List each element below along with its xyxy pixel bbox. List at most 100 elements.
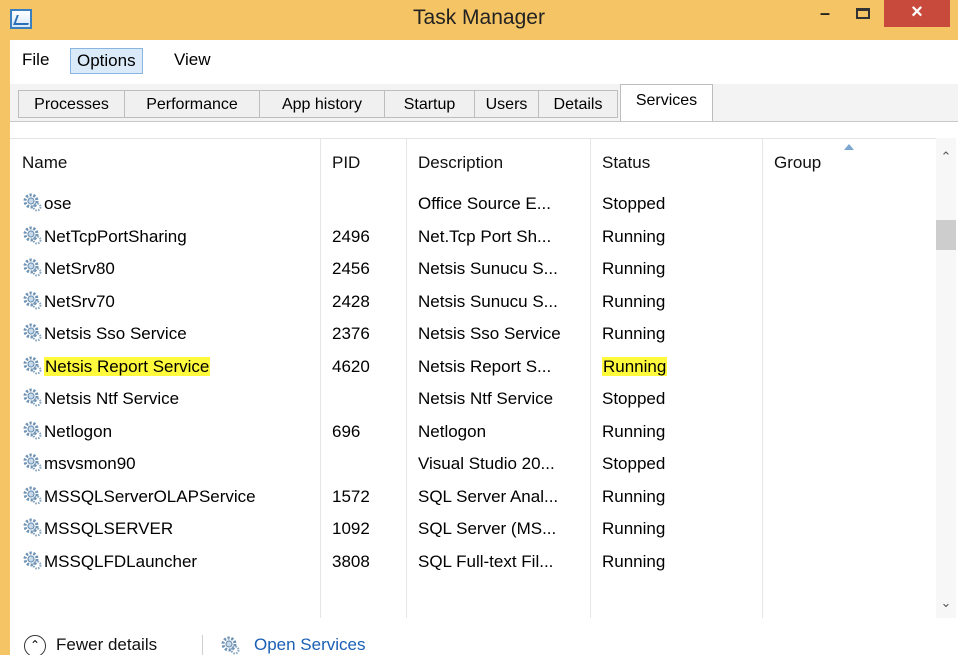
tab-app-history[interactable]: App history — [259, 90, 384, 118]
service-pid: 2376 — [332, 324, 370, 343]
service-status: Running — [602, 324, 666, 343]
service-description: Netsis Ntf Service — [418, 389, 554, 408]
service-name: NetSrv80 — [44, 259, 115, 278]
scroll-up-icon[interactable]: ⌃ — [936, 146, 956, 168]
tab-services[interactable]: Services — [620, 84, 713, 122]
service-description: Net.Tcp Port Sh... — [418, 226, 552, 246]
column-header-description[interactable]: Description — [418, 153, 503, 173]
tab-users[interactable]: Users — [474, 90, 538, 118]
task-manager-window: Task Manager – × File Options View Proce… — [0, 0, 958, 655]
service-gear-icon — [22, 452, 42, 472]
service-gear-icon — [22, 550, 42, 570]
service-gear-icon — [22, 225, 42, 245]
service-name: MSSQLSERVER — [44, 519, 174, 538]
chevron-up-icon[interactable]: ⌃ — [24, 635, 46, 655]
service-pid: 1572 — [332, 486, 370, 506]
table-row[interactable]: MSSQLSERVER 1092 SQL Server (MS... Runni… — [10, 512, 934, 544]
service-status: Stopped — [602, 454, 666, 473]
service-pid: 2496 — [332, 226, 370, 246]
tab-startup[interactable]: Startup — [384, 90, 474, 118]
services-gear-icon — [220, 635, 240, 655]
vertical-scrollbar[interactable]: ⌃ ⌄ — [936, 138, 956, 618]
tab-performance[interactable]: Performance — [124, 90, 259, 118]
tab-divider — [10, 121, 958, 122]
tab-processes[interactable]: Processes — [18, 90, 124, 118]
maximize-icon — [856, 8, 870, 19]
title-bar[interactable]: Task Manager – × — [0, 0, 958, 40]
service-pid: 696 — [332, 421, 361, 441]
table-row[interactable]: NetSrv80 2456 Netsis Sunucu S... Running — [10, 252, 934, 284]
tab-strip: Processes Performance App history Startu… — [10, 84, 958, 122]
column-header-pid[interactable]: PID — [332, 153, 360, 173]
table-row[interactable]: ose Office Source E... Stopped — [10, 187, 934, 219]
service-status: Running — [602, 519, 666, 538]
fewer-details-button[interactable]: Fewer details — [56, 635, 157, 655]
service-name: ose — [44, 194, 72, 213]
column-header-group[interactable]: Group — [774, 153, 821, 173]
table-row[interactable]: MSSQLServerOLAPService 1572 SQL Server A… — [10, 480, 934, 512]
service-name-cell: Netsis Report Service — [22, 355, 211, 379]
service-status: Running — [602, 486, 666, 506]
tab-details[interactable]: Details — [538, 90, 618, 118]
table-header: Name PID Description Status Group — [10, 139, 934, 189]
service-name-cell: ose — [22, 192, 71, 216]
column-header-status[interactable]: Status — [602, 153, 650, 173]
service-description: SQL Full-text Fil... — [418, 551, 554, 571]
table-row-highlighted[interactable]: Netsis Report Service 4620 Netsis Report… — [10, 350, 934, 382]
table-row[interactable]: MSSQLFDLauncher 3808 SQL Full-text Fil..… — [10, 545, 934, 577]
service-gear-icon — [22, 517, 42, 537]
table-row[interactable]: Netlogon 696 Netlogon Running — [10, 415, 934, 447]
service-status: Running — [602, 226, 666, 246]
service-pid: 4620 — [332, 356, 370, 376]
table-row[interactable]: Netsis Sso Service 2376 Netsis Sso Servi… — [10, 317, 934, 349]
service-name-cell: NetTcpPortSharing — [22, 225, 187, 249]
menu-file[interactable]: File — [16, 48, 55, 74]
minimize-button[interactable]: – — [812, 0, 838, 27]
service-status-cell: Running — [602, 355, 668, 379]
services-table: Name PID Description Status Group ose Of… — [10, 138, 956, 618]
menu-view[interactable]: View — [168, 48, 217, 74]
service-name-cell: NetSrv80 — [22, 257, 115, 281]
service-description: Netsis Report S... — [418, 356, 552, 376]
scroll-thumb[interactable] — [936, 220, 956, 250]
service-name: Netsis Sso Service — [44, 324, 187, 343]
service-name: MSSQLFDLauncher — [44, 551, 198, 571]
service-name: NetTcpPortSharing — [44, 226, 187, 246]
service-name-cell: Netsis Sso Service — [22, 322, 187, 346]
service-status: Running — [602, 551, 666, 571]
table-row[interactable]: Netsis Ntf Service Netsis Ntf Service St… — [10, 382, 934, 414]
column-header-name[interactable]: Name — [22, 153, 67, 173]
service-name-cell: Netsis Ntf Service — [22, 387, 179, 411]
footer-bar: ⌃ Fewer details Open Services — [10, 618, 958, 655]
service-gear-icon — [22, 355, 42, 375]
service-name-cell: Netlogon — [22, 420, 112, 444]
service-pid: 3808 — [332, 551, 370, 571]
service-name: NetSrv70 — [44, 291, 115, 311]
service-description: SQL Server (MS... — [418, 519, 557, 538]
service-name: Netsis Report Service — [44, 356, 211, 376]
scroll-down-icon[interactable]: ⌄ — [936, 592, 956, 614]
service-name-cell: MSSQLServerOLAPService — [22, 485, 256, 509]
service-description: Office Source E... — [418, 194, 551, 213]
menu-options[interactable]: Options — [70, 48, 143, 74]
footer-divider — [202, 635, 203, 655]
service-status: Running — [602, 291, 666, 311]
table-row[interactable]: msvsmon90 Visual Studio 20... Stopped — [10, 447, 934, 479]
service-gear-icon — [22, 290, 42, 310]
service-description: Netlogon — [418, 421, 487, 441]
service-pid: 1092 — [332, 519, 370, 538]
service-name-cell: msvsmon90 — [22, 452, 136, 476]
service-description: Netsis Sso Service — [418, 324, 561, 343]
service-status: Running — [602, 259, 666, 278]
service-status: Stopped — [602, 389, 666, 408]
service-gear-icon — [22, 322, 42, 342]
service-gear-icon — [22, 257, 42, 277]
close-button[interactable]: × — [884, 0, 950, 27]
service-name-cell: NetSrv70 — [22, 290, 115, 314]
service-description: Netsis Sunucu S... — [418, 259, 558, 278]
open-services-link[interactable]: Open Services — [254, 635, 366, 655]
table-row[interactable]: NetSrv70 2428 Netsis Sunucu S... Running — [10, 285, 934, 317]
service-name: MSSQLServerOLAPService — [44, 486, 256, 506]
table-row[interactable]: NetTcpPortSharing 2496 Net.Tcp Port Sh..… — [10, 220, 934, 252]
maximize-button[interactable] — [848, 0, 878, 27]
